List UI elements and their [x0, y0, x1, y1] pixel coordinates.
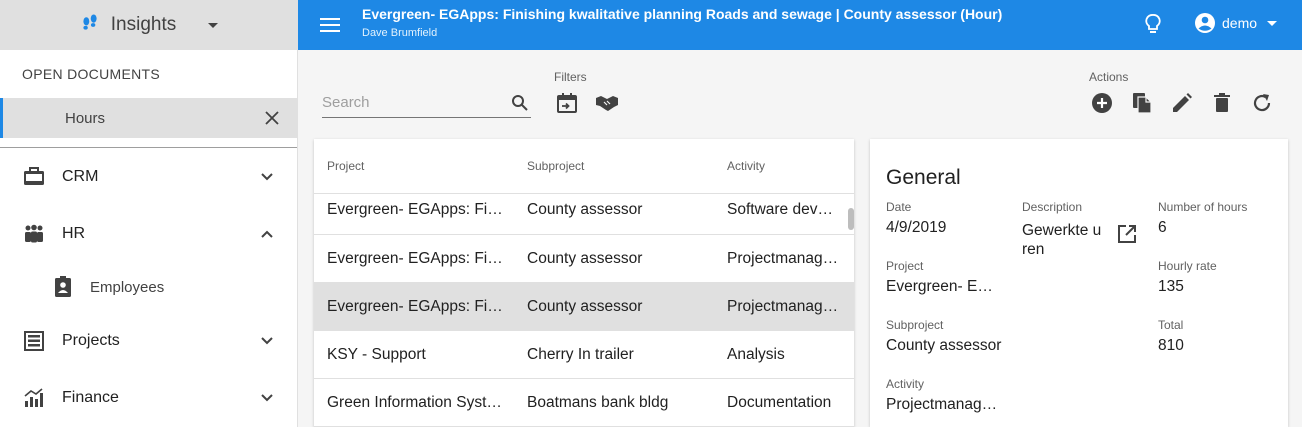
- rate-value: 135: [1158, 278, 1184, 295]
- table-row-selected[interactable]: Evergreen- EGApps: Finishing kwalitative…: [314, 283, 854, 331]
- app-switcher[interactable]: Insights: [0, 0, 297, 50]
- cell-project: Evergreen- EGApps: Finishing kwalitative…: [327, 249, 514, 267]
- description-label: Description: [1022, 200, 1083, 214]
- cell-project: Green Information Systems: [327, 393, 514, 411]
- finance-chart-icon: [22, 386, 46, 410]
- cell-subproject: Boatmans bank bldg: [527, 393, 669, 411]
- sidebar-item-hr[interactable]: HR: [0, 205, 297, 262]
- column-header-subproject[interactable]: Subproject: [514, 159, 714, 173]
- close-icon[interactable]: [265, 111, 279, 125]
- calendar-filter-icon[interactable]: [555, 91, 579, 115]
- table-header: Project Subproject Activity: [314, 139, 854, 194]
- sidebar-item-label: HR: [62, 224, 86, 242]
- project-label: Project: [886, 259, 924, 273]
- cell-subproject: Cherry In trailer: [527, 345, 634, 363]
- project-value: Evergreen- EGApps: Finishing kwalitative…: [886, 278, 1002, 295]
- filters-label: Filters: [554, 70, 587, 84]
- handshake-filter-icon[interactable]: [595, 91, 619, 115]
- cell-activity: Analysis: [727, 345, 785, 363]
- total-label: Total: [1158, 318, 1184, 332]
- column-header-activity[interactable]: Activity: [714, 159, 839, 173]
- sidebar-item-finance[interactable]: Finance: [0, 369, 297, 426]
- detail-panel: General Date 4/9/2019 Description Gewerk…: [870, 139, 1288, 427]
- app-title: Insights: [110, 14, 177, 35]
- sidebar-item-label: Finance: [62, 388, 119, 406]
- chevron-down-icon: [261, 393, 273, 401]
- projects-icon: [22, 329, 46, 353]
- table-row[interactable]: Green Information Systems Boatmans bank …: [314, 379, 854, 427]
- column-header-project[interactable]: Project: [314, 159, 514, 173]
- open-document-label: Hours: [65, 109, 106, 127]
- edit-pencil-icon[interactable]: [1170, 91, 1194, 115]
- search-input[interactable]: [322, 94, 502, 111]
- chevron-down-icon: [261, 336, 273, 344]
- badge-icon: [55, 276, 71, 297]
- sidebar: Insights OPEN DOCUMENTS Hours CRM HR Emp…: [0, 0, 298, 427]
- user-name: demo: [1222, 15, 1258, 31]
- cell-subproject: County assessor: [527, 249, 643, 267]
- cell-activity: Documentation: [727, 393, 832, 411]
- subproject-label: Subproject: [886, 318, 944, 332]
- briefcase-icon: [22, 165, 46, 189]
- cell-subproject: County assessor: [527, 297, 643, 315]
- activity-value: Projectmanagement: [886, 396, 1002, 413]
- cell-subproject: County assessor: [527, 201, 643, 218]
- date-value: 4/9/2019: [886, 219, 947, 236]
- sidebar-item-label: Employees: [90, 278, 165, 296]
- open-in-new-icon[interactable]: [1116, 223, 1138, 245]
- menu-icon[interactable]: [318, 13, 342, 37]
- search-field: [322, 88, 531, 118]
- cell-project: KSY - Support: [327, 345, 426, 363]
- open-document-hours[interactable]: Hours: [0, 98, 297, 138]
- caret-down-icon: [208, 22, 219, 28]
- chevron-up-icon: [261, 230, 273, 238]
- delete-icon[interactable]: [1210, 91, 1234, 115]
- user-menu[interactable]: demo: [1194, 12, 1278, 34]
- description-value: Gewerkte uren: [1022, 222, 1102, 258]
- scrollbar-thumb[interactable]: [848, 208, 854, 230]
- cell-activity: Projectmanagement: [727, 249, 839, 267]
- add-circle-icon[interactable]: [1090, 91, 1114, 115]
- caret-down-icon: [1267, 20, 1278, 26]
- cell-activity: Projectmanagement: [727, 297, 839, 315]
- cell-project: Evergreen- EGApps: Finishing kwalitative…: [327, 297, 514, 315]
- sidebar-item-employees[interactable]: Employees: [0, 262, 297, 312]
- lightbulb-icon[interactable]: [1141, 12, 1165, 36]
- subproject-value: County assessor: [886, 337, 1002, 354]
- cell-activity: Software development: [727, 201, 839, 218]
- page-title: Evergreen- EGApps: Finishing kwalitative…: [362, 6, 1003, 22]
- actions-label: Actions: [1089, 70, 1129, 84]
- table-row[interactable]: KSY - Support Cherry In trailer Analysis: [314, 331, 854, 379]
- rate-label: Hourly rate: [1158, 259, 1217, 273]
- account-circle-icon: [1195, 13, 1215, 33]
- copy-icon[interactable]: [1130, 91, 1154, 115]
- hours-table: Project Subproject Activity Evergreen- E…: [314, 139, 854, 427]
- cell-project: Evergreen- EGApps: Finishing kwalitative…: [327, 201, 514, 218]
- table-row[interactable]: Evergreen- EGApps: Finishing kwalitative…: [314, 235, 854, 283]
- chevron-down-icon: [261, 172, 273, 180]
- hours-value: 6: [1158, 219, 1167, 236]
- activity-label: Activity: [886, 377, 925, 391]
- hours-label: Number of hours: [1158, 200, 1248, 214]
- sidebar-item-label: Projects: [62, 331, 120, 349]
- refresh-icon[interactable]: [1250, 91, 1274, 115]
- sidebar-item-label: CRM: [62, 167, 99, 185]
- search-icon[interactable]: [511, 94, 529, 112]
- page-subtitle: Dave Brumfield: [362, 27, 438, 39]
- table-row[interactable]: Evergreen- EGApps: Finishing kwalitative…: [314, 194, 854, 235]
- top-app-bar: Evergreen- EGApps: Finishing kwalitative…: [298, 0, 1302, 50]
- footsteps-icon: [83, 14, 97, 30]
- detail-title: General: [886, 166, 961, 189]
- open-documents-label: OPEN DOCUMENTS: [22, 66, 160, 82]
- total-value: 810: [1158, 337, 1184, 354]
- people-icon: [22, 222, 46, 246]
- date-label: Date: [886, 200, 912, 214]
- sidebar-item-crm[interactable]: CRM: [0, 148, 297, 205]
- table-scrollbar[interactable]: [848, 194, 854, 427]
- sidebar-item-projects[interactable]: Projects: [0, 312, 297, 369]
